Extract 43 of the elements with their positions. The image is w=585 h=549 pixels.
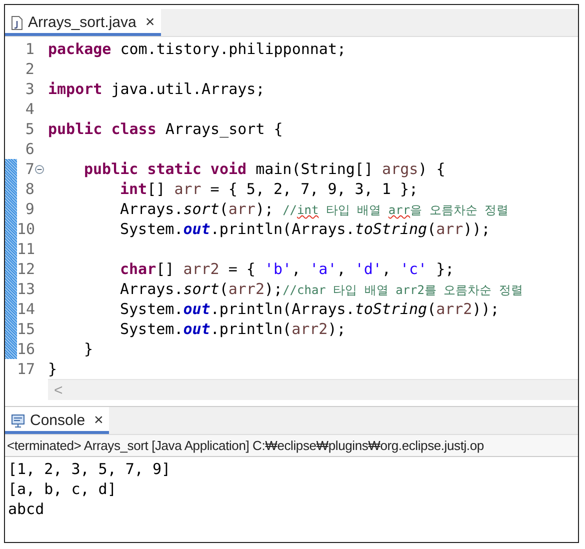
line-number: 7 [24,160,34,178]
console-status: <terminated> Arrays_sort [Java Application] C:₩eclipse₩plugins₩org.eclipse.justj.op [5,435,578,457]
close-button[interactable]: × [94,412,104,430]
line-number: 2 [24,60,34,78]
java-file-icon [11,16,23,30]
line-number: 11 [17,240,35,258]
code-line: System.out.println(Arrays.toString(arr2)); [119,300,500,318]
collapse-icon[interactable] [35,164,44,174]
editor-tab[interactable]: Arrays_sort.java × [5,9,161,36]
console-output-line: abcd [8,500,46,520]
code-line: System.out.println(arr2); [119,320,346,338]
monitor-icon [11,414,25,428]
code-line: } [83,340,94,358]
line-number: 6 [24,140,34,158]
line-number: 1 [24,40,34,58]
console-tab[interactable]: Console × [5,407,110,434]
code-line: } [48,360,58,378]
console-output-line: [a, b, c, d] [8,480,118,500]
code-line: Arrays.sort(arr); //int 타입 배열 arr을 오름차순 정렬 [119,200,509,218]
line-number: 5 [24,120,34,138]
line-number: 13 [17,280,35,298]
tab-title: Console [30,412,86,429]
line-number: 9 [24,200,34,218]
code-line: package com.tistory.philipponnat; [48,40,346,58]
line-number: 3 [24,80,34,98]
code-line: public class Arrays_sort { [48,120,283,138]
close-button[interactable]: × [145,14,155,32]
code-line: char[] arr2 = { 'b', 'a', 'd', 'c' }; [119,260,454,278]
line-number: 10 [17,220,35,238]
line-number: 15 [17,320,35,338]
console-output-line: [1, 2, 3, 5, 7, 9] [8,460,172,480]
line-number: 12 [17,260,35,278]
code-line: System.out.println(Arrays.toString(arr)); [119,220,490,238]
line-number: 16 [17,340,35,358]
code-line: public static void main(String[] args) { [83,160,446,178]
line-number: 8 [24,180,34,198]
tab-title: Arrays_sort.java [28,14,136,31]
line-number: 4 [24,100,34,118]
code-line: import java.util.Arrays; [48,80,265,98]
line-number: 14 [17,300,35,318]
code-line: Arrays.sort(arr2);//char 타입 배열 arr2를 오름차순 정렬 [119,280,523,298]
line-number: 17 [17,360,35,378]
code-line: int[] arr = { 5, 2, 7, 9, 3, 1 }; [119,180,418,198]
